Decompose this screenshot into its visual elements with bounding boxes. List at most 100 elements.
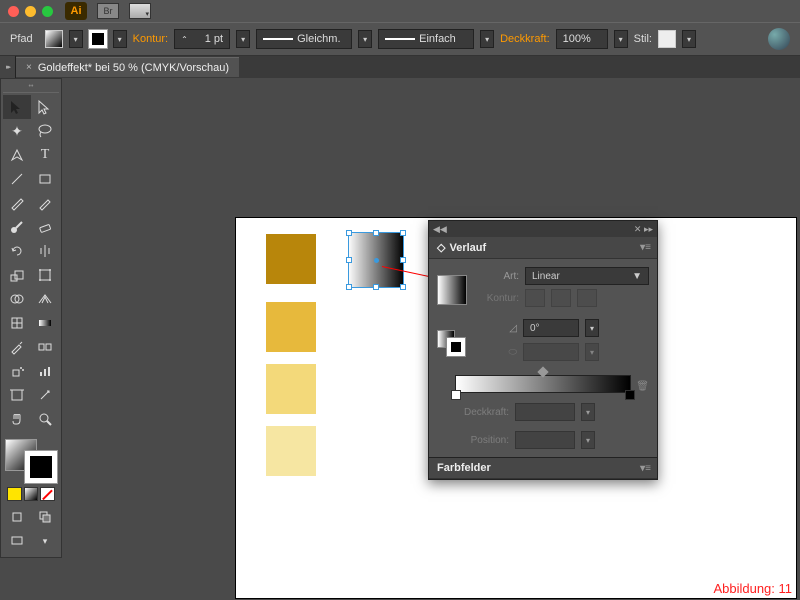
scale-tool[interactable] <box>3 263 31 287</box>
tools-panel: •• ✦ T ▾ <box>0 78 62 558</box>
free-transform-tool[interactable] <box>31 263 59 287</box>
selection-bounds <box>348 232 404 288</box>
figure-caption: Abbildung: 11 <box>713 581 792 596</box>
opacity-input[interactable]: 100% <box>556 29 608 49</box>
midpoint-diamond[interactable] <box>537 366 548 377</box>
lasso-tool[interactable] <box>31 119 59 143</box>
pen-tool[interactable] <box>3 143 31 167</box>
document-tab-title: Goldeffekt* bei 50 % (CMYK/Vorschau) <box>38 62 229 74</box>
gradient-stop-left[interactable] <box>451 390 461 400</box>
stroke-gradient-within-icon <box>525 289 545 307</box>
artboard-tool[interactable] <box>3 383 31 407</box>
profile-select[interactable]: Einfach <box>378 29 474 49</box>
direct-selection-tool[interactable] <box>31 95 59 119</box>
opacity-label[interactable]: Deckkraft: <box>500 33 550 45</box>
swatch-square-2[interactable] <box>266 302 316 352</box>
stroke-dropdown[interactable] <box>113 30 127 48</box>
swatch-square-3[interactable] <box>266 364 316 414</box>
bridge-icon[interactable]: Br <box>97 3 119 19</box>
stroke-weight-input[interactable]: ⌃1 pt <box>174 29 230 49</box>
selection-tool[interactable] <box>3 95 31 119</box>
aspect-dropdown <box>585 343 599 361</box>
document-tab[interactable]: × Goldeffekt* bei 50 % (CMYK/Vorschau) <box>16 57 239 77</box>
swatches-menu-icon[interactable]: ▾≡ <box>640 463 651 474</box>
blend-tool[interactable] <box>31 335 59 359</box>
gradient-stop-right[interactable] <box>625 390 635 400</box>
fill-dropdown[interactable] <box>69 30 83 48</box>
draw-normal-button[interactable] <box>3 505 31 529</box>
perspective-grid-tool[interactable] <box>31 287 59 311</box>
rotate-tool[interactable] <box>3 239 31 263</box>
aspect-icon: ⬭ <box>471 347 517 358</box>
panel-drag-bar[interactable]: ◀◀✕ ▸▸ <box>429 221 657 237</box>
stroke-label[interactable]: Kontur: <box>133 33 168 45</box>
gradient-panel[interactable]: ◀◀✕ ▸▸ ◇Verlauf▾≡ Art: Linear▼ Kontur: <box>428 220 658 480</box>
angle-input[interactable]: 0° <box>523 319 579 337</box>
delete-stop-icon[interactable]: 🗑 <box>636 381 649 392</box>
shape-builder-tool[interactable] <box>3 287 31 311</box>
swatch-square-1[interactable] <box>266 234 316 284</box>
stroke-weight-dropdown[interactable] <box>236 30 250 48</box>
stroke-gradient-across-icon <box>577 289 597 307</box>
angle-dropdown[interactable] <box>585 319 599 337</box>
zoom-tool[interactable] <box>31 407 59 431</box>
gradient-type-select[interactable]: Linear▼ <box>525 267 649 285</box>
eyedropper-tool[interactable] <box>3 335 31 359</box>
type-tool[interactable]: T <box>31 143 59 167</box>
artboard[interactable]: ◀◀✕ ▸▸ ◇Verlauf▾≡ Art: Linear▼ Kontur: <box>236 218 796 598</box>
zoom-icon[interactable] <box>42 6 53 17</box>
gradient-preview[interactable] <box>437 275 467 305</box>
rectangle-tool[interactable] <box>31 167 59 191</box>
cloud-icon[interactable] <box>768 28 790 50</box>
none-mode-button[interactable] <box>40 487 55 501</box>
stop-position-input <box>515 431 575 449</box>
pencil-tool[interactable] <box>31 191 59 215</box>
paintbrush-tool[interactable] <box>3 191 31 215</box>
panel-menu-icon[interactable]: ▾≡ <box>640 242 651 253</box>
hand-tool[interactable] <box>3 407 31 431</box>
opacity-dropdown[interactable] <box>614 30 628 48</box>
close-icon[interactable] <box>8 6 19 17</box>
brush-label: Gleichm. <box>297 33 340 45</box>
eraser-tool[interactable] <box>31 215 59 239</box>
graph-tool[interactable] <box>31 359 59 383</box>
panel-tab-swatches[interactable]: Farbfelder▾≡ <box>429 457 657 479</box>
style-label: Stil: <box>634 33 652 45</box>
stop-opacity-dropdown <box>581 403 595 421</box>
arrange-docs-icon[interactable]: ▾ <box>129 3 151 19</box>
canvas-area[interactable]: ◀◀✕ ▸▸ ◇Verlauf▾≡ Art: Linear▼ Kontur: <box>76 78 800 600</box>
style-dropdown[interactable] <box>682 30 696 48</box>
symbol-sprayer-tool[interactable] <box>3 359 31 383</box>
gradient-stroke-proxy[interactable] <box>447 338 465 356</box>
swatch-square-4[interactable] <box>266 426 316 476</box>
style-swatch[interactable] <box>658 30 676 48</box>
reflect-tool[interactable] <box>31 239 59 263</box>
magic-wand-tool[interactable]: ✦ <box>3 119 31 143</box>
window-titlebar: Ai Br ▾ <box>0 0 800 22</box>
blob-brush-tool[interactable] <box>3 215 31 239</box>
mesh-tool[interactable] <box>3 311 31 335</box>
profile-dropdown[interactable] <box>480 30 494 48</box>
line-tool[interactable] <box>3 167 31 191</box>
screen-mode-dropdown[interactable]: ▾ <box>31 529 59 553</box>
gradient-ramp[interactable] <box>455 375 631 393</box>
draw-behind-button[interactable] <box>31 505 59 529</box>
gradient-mode-button[interactable] <box>24 487 39 501</box>
panel-dock-icon[interactable] <box>0 56 16 78</box>
minimize-icon[interactable] <box>25 6 36 17</box>
slice-tool[interactable] <box>31 383 59 407</box>
stroke-weight-value: 1 pt <box>205 33 223 45</box>
fill-swatch[interactable] <box>45 30 63 48</box>
panel-tab-gradient[interactable]: ◇Verlauf▾≡ <box>429 237 657 259</box>
brush-dropdown[interactable] <box>358 30 372 48</box>
fill-stroke-indicator[interactable] <box>3 437 59 485</box>
brush-select[interactable]: Gleichm. <box>256 29 352 49</box>
screen-mode-button[interactable] <box>3 529 31 553</box>
panel-close-icon[interactable]: ✕ ▸▸ <box>634 224 653 235</box>
close-tab-icon[interactable]: × <box>26 62 32 73</box>
gradient-tool[interactable] <box>31 311 59 335</box>
stroke-swatch[interactable] <box>89 30 107 48</box>
color-mode-button[interactable] <box>7 487 22 501</box>
tools-grip[interactable]: •• <box>3 83 59 93</box>
stroke-indicator[interactable] <box>25 451 57 483</box>
